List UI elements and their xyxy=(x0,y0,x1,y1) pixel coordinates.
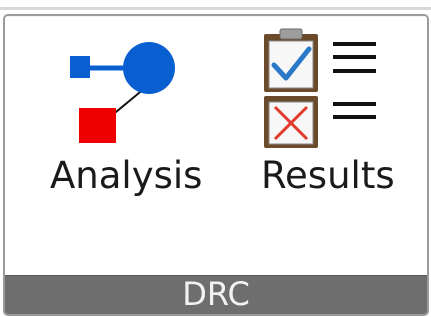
ribbon-group-footer: DRC xyxy=(5,275,427,314)
results-button[interactable]: Results xyxy=(251,16,411,266)
analysis-label: Analysis xyxy=(50,154,203,197)
ribbon-top-separator xyxy=(0,7,431,10)
checklist-results-icon xyxy=(264,28,376,148)
ribbon-group-drc: Analysis Results DRC xyxy=(3,14,429,316)
group-title: DRC xyxy=(182,275,250,313)
analysis-button[interactable]: Analysis xyxy=(39,16,219,266)
results-label: Results xyxy=(261,154,395,197)
network-nodes-icon xyxy=(70,42,175,143)
